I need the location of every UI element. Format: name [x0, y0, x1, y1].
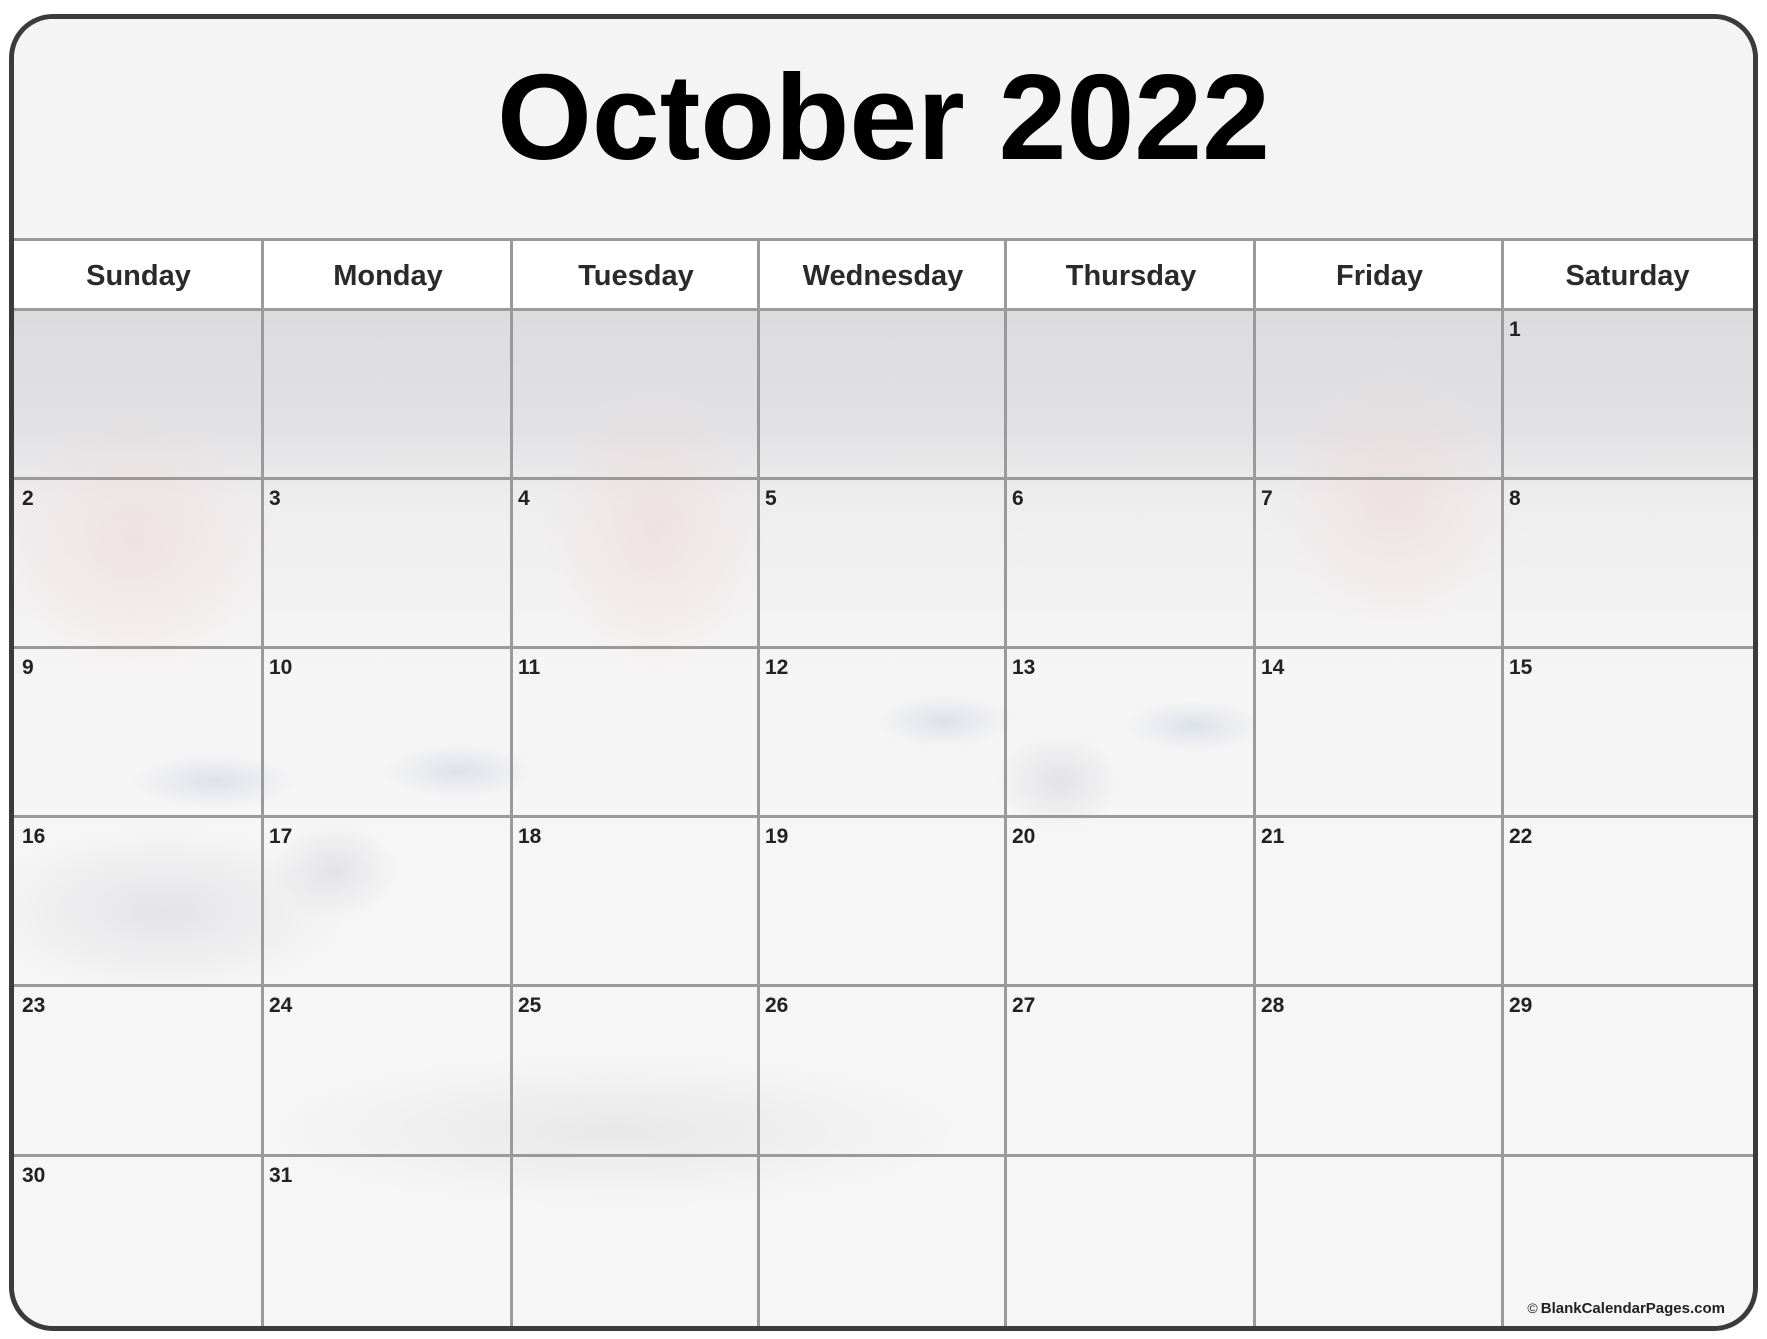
day-number: 21: [1261, 825, 1285, 848]
day-number: 29: [1509, 994, 1533, 1017]
empty-day-cell[interactable]: [1007, 1157, 1253, 1323]
day-number: 9: [22, 656, 34, 679]
weekday-divider: [1253, 238, 1256, 311]
day-number: 23: [22, 994, 46, 1017]
day-number: 13: [1012, 656, 1036, 679]
day-number: 27: [1012, 994, 1036, 1017]
day-number: 4: [518, 487, 530, 510]
day-cell-5[interactable]: 5: [760, 480, 1004, 646]
day-number: 20: [1012, 825, 1036, 848]
day-number: 10: [269, 656, 293, 679]
empty-day-cell[interactable]: [760, 311, 1004, 477]
day-cell-6[interactable]: 6: [1007, 480, 1253, 646]
day-cell-10[interactable]: 10: [264, 649, 510, 815]
day-cell-30[interactable]: 30: [17, 1157, 261, 1323]
copyright-notice: © BlankCalendarPages.com: [1527, 1300, 1725, 1317]
day-cell-2[interactable]: 2: [17, 480, 261, 646]
day-number: 22: [1509, 825, 1533, 848]
day-cell-17[interactable]: 17: [264, 818, 510, 984]
day-cell-4[interactable]: 4: [513, 480, 757, 646]
day-cell-18[interactable]: 18: [513, 818, 757, 984]
day-number: 28: [1261, 994, 1285, 1017]
day-cell-9[interactable]: 9: [17, 649, 261, 815]
weekday-divider: [757, 238, 760, 311]
weekday-divider: [261, 238, 264, 311]
day-number: 30: [22, 1164, 46, 1187]
day-number: 3: [269, 487, 281, 510]
day-cell-1[interactable]: 1: [1504, 311, 1749, 477]
weekday-header-row: Sunday Monday Tuesday Wednesday Thursday Frid…: [14, 238, 1753, 311]
copyright-icon: ©: [1527, 1300, 1538, 1316]
day-cell-13[interactable]: 13: [1007, 649, 1253, 815]
day-number: 11: [518, 656, 541, 679]
day-cell-28[interactable]: 28: [1256, 987, 1501, 1154]
calendar-title: October 2022: [496, 48, 1271, 185]
day-cell-20[interactable]: 20: [1007, 818, 1253, 984]
weekday-divider: [510, 238, 513, 311]
day-number: 7: [1261, 487, 1273, 510]
weekday-wednesday: Wednesday: [802, 259, 964, 292]
weekday-friday: Friday: [1335, 259, 1424, 292]
day-cell-24[interactable]: 24: [264, 987, 510, 1154]
day-number: 17: [269, 825, 293, 848]
day-number: 19: [765, 825, 789, 848]
day-number: 18: [518, 825, 542, 848]
empty-day-cell[interactable]: [1256, 1157, 1501, 1323]
empty-day-cell[interactable]: [264, 311, 510, 477]
day-number: 14: [1261, 656, 1285, 679]
day-cell-21[interactable]: 21: [1256, 818, 1501, 984]
day-cell-8[interactable]: 8: [1504, 480, 1749, 646]
weekday-monday: Monday: [333, 259, 443, 292]
calendar-frame: October 2022 Sunday Monday Tuesday Wednesda…: [9, 14, 1758, 1331]
day-number: 2: [22, 487, 34, 510]
weekday-divider: [1501, 238, 1504, 311]
empty-day-cell[interactable]: [513, 311, 757, 477]
day-cell-16[interactable]: 16: [17, 818, 261, 984]
day-number: 6: [1012, 487, 1024, 510]
day-number: 1: [1509, 318, 1521, 341]
weekday-tuesday: Tuesday: [578, 259, 694, 292]
day-cell-12[interactable]: 12: [760, 649, 1004, 815]
title-bar: October 2022: [14, 19, 1753, 238]
day-number: 12: [765, 656, 789, 679]
day-number: 5: [765, 487, 777, 510]
day-cell-11[interactable]: 11: [513, 649, 757, 815]
empty-day-cell[interactable]: [1504, 1157, 1749, 1323]
copyright-text: BlankCalendarPages.com: [1540, 1300, 1725, 1317]
weekday-divider: [1004, 238, 1007, 311]
empty-day-cell[interactable]: [760, 1157, 1004, 1323]
day-cell-15[interactable]: 15: [1504, 649, 1749, 815]
day-number: 8: [1509, 487, 1521, 510]
empty-day-cell[interactable]: [513, 1157, 757, 1323]
empty-day-cell[interactable]: [1256, 311, 1501, 477]
day-number: 15: [1509, 656, 1533, 679]
weekday-sunday: Sunday: [86, 259, 191, 292]
empty-day-cell[interactable]: [17, 311, 261, 477]
day-cell-19[interactable]: 19: [760, 818, 1004, 984]
day-cell-23[interactable]: 23: [17, 987, 261, 1154]
day-cell-31[interactable]: 31: [264, 1157, 510, 1323]
day-number: 26: [765, 994, 789, 1017]
day-cell-3[interactable]: 3: [264, 480, 510, 646]
weekday-thursday: Thursday: [1065, 259, 1197, 292]
weekday-saturday: Saturday: [1565, 259, 1690, 292]
day-cell-26[interactable]: 26: [760, 987, 1004, 1154]
day-cell-29[interactable]: 29: [1504, 987, 1749, 1154]
day-number: 16: [22, 825, 46, 848]
day-number: 24: [269, 994, 293, 1017]
day-number: 31: [269, 1164, 293, 1187]
day-cell-14[interactable]: 14: [1256, 649, 1501, 815]
day-cell-25[interactable]: 25: [513, 987, 757, 1154]
day-cell-27[interactable]: 27: [1007, 987, 1253, 1154]
day-number: 25: [518, 994, 542, 1017]
day-cell-7[interactable]: 7: [1256, 480, 1501, 646]
day-cell-22[interactable]: 22: [1504, 818, 1749, 984]
empty-day-cell[interactable]: [1007, 311, 1253, 477]
